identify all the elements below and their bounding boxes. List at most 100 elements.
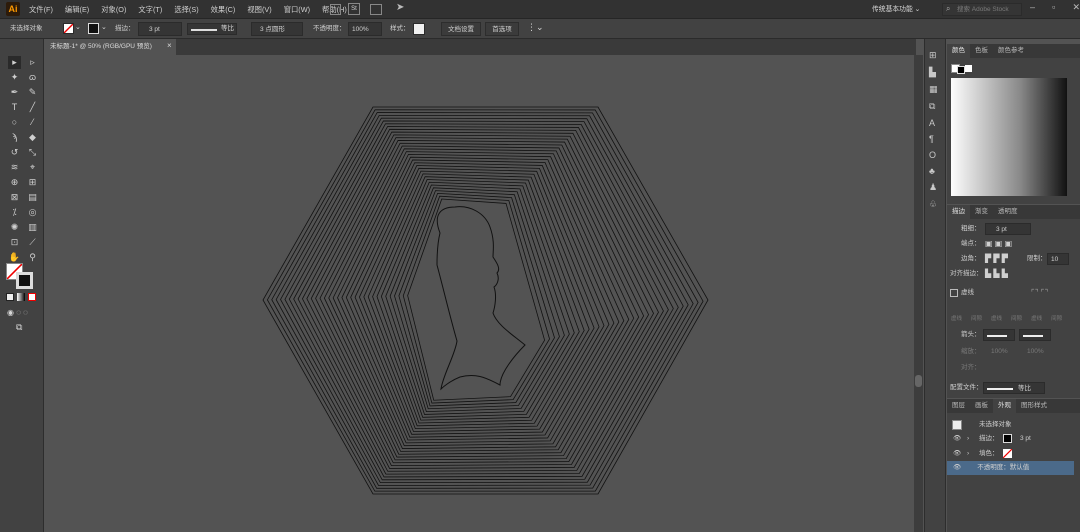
tab-layers[interactable]: 图层 — [947, 399, 970, 413]
screen-mode-icon[interactable]: ⧉ — [16, 322, 22, 333]
send-icon[interactable]: ➤ — [396, 2, 404, 13]
slice-tool-icon[interactable]: ⟋ — [26, 236, 39, 249]
arrange-icon[interactable]: ⋮⌄ — [527, 22, 544, 33]
character-icon[interactable]: A — [929, 118, 938, 128]
workspace-switcher[interactable]: 传统基本功能 ⌄ — [872, 3, 934, 16]
stroke-color-box[interactable] — [16, 272, 33, 289]
document-setup-button[interactable]: 文档设置 — [441, 22, 481, 36]
opacity-row[interactable]: 👁 不透明度：默认值 — [947, 461, 1074, 475]
magic-wand-icon[interactable]: ✦ — [8, 71, 21, 84]
fill-visibility-icon[interactable]: 👁 — [953, 448, 961, 460]
puppet-icon[interactable]: ♟ — [929, 182, 938, 193]
menu-select[interactable]: 选择(S) — [168, 5, 204, 15]
preferences-button[interactable]: 首选项 — [485, 22, 519, 36]
bridge-icon[interactable] — [330, 4, 341, 15]
start-scale-value[interactable]: 100% — [991, 346, 1008, 358]
line-tool-icon[interactable]: ╱ — [26, 101, 39, 114]
corner-buttons[interactable]: ▛ ▛ ▛ — [985, 253, 1008, 265]
tab-color-guide[interactable]: 颜色参考 — [993, 44, 1029, 58]
eyedropper-icon[interactable]: ⁒ — [8, 206, 21, 219]
zoom-tool-icon[interactable]: ⚲ — [26, 251, 39, 264]
rotate-tool-icon[interactable]: ↺ — [8, 146, 21, 159]
tab-stroke[interactable]: 描边 — [947, 205, 970, 219]
shaper-tool-icon[interactable]: ϡ — [8, 131, 21, 144]
weight-input[interactable]: 3 pt — [985, 223, 1031, 235]
cap-buttons[interactable]: ▣ ▣ ▣ — [985, 238, 1012, 250]
close-tab-icon[interactable]: × — [167, 41, 172, 50]
document-tab[interactable]: 未标题-1* @ 50% (RGB/GPU 预览) — [46, 39, 176, 55]
fill-dropdown-icon[interactable]: ⌄ — [75, 23, 81, 31]
tab-appearance[interactable]: 外观 — [993, 399, 1016, 413]
opentype-icon[interactable]: O — [929, 150, 938, 160]
fill-swatch[interactable] — [63, 23, 74, 34]
ellipse-tool-icon[interactable]: ○ — [8, 116, 21, 129]
scrollbar-thumb[interactable] — [915, 375, 922, 387]
libraries-icon[interactable]: ⊞ — [929, 50, 938, 61]
draw-mode-icon[interactable]: ◉ ◌ ◌ — [7, 308, 28, 317]
tab-artboards[interactable]: 画板 — [970, 399, 993, 413]
end-scale-value[interactable]: 100% — [1027, 346, 1044, 358]
stroke-weight-input[interactable]: 3 pt — [138, 22, 182, 36]
menu-edit[interactable]: 编辑(E) — [59, 5, 95, 15]
brushes-icon[interactable]: ♧ — [929, 199, 938, 210]
symbols-icon[interactable]: ♣ — [929, 166, 938, 176]
perspective-grid-icon[interactable]: ⊞ — [26, 176, 39, 189]
menu-type[interactable]: 文字(T) — [132, 5, 168, 15]
shape-builder-icon[interactable]: ⊕ — [8, 176, 21, 189]
appearance-stroke-label[interactable]: 描边： — [979, 433, 999, 445]
variable-width-profile[interactable]: 等比 — [187, 23, 237, 35]
mesh-tool-icon[interactable]: ⊠ — [8, 191, 21, 204]
brush-definition[interactable]: 3 点圆形 — [251, 22, 303, 36]
stroke-dropdown-icon[interactable]: ⌄ — [101, 23, 107, 31]
stroke-visibility-icon[interactable]: 👁 — [953, 433, 961, 445]
menu-view[interactable]: 视图(V) — [241, 5, 277, 15]
type-tool-icon[interactable]: T — [8, 101, 21, 114]
paintbrush-icon[interactable]: ⁄ — [26, 116, 39, 129]
vertical-scrollbar[interactable] — [914, 55, 923, 532]
minimize-icon[interactable]: – — [1030, 2, 1035, 13]
dash-align-buttons[interactable]: ⌜⌝ ⌜⌝ — [1031, 287, 1048, 299]
end-arrowhead-select[interactable] — [1019, 329, 1051, 341]
direct-selection-tool-icon[interactable]: ▹ — [26, 56, 39, 69]
start-arrowhead-select[interactable] — [983, 329, 1015, 341]
color-button-icon[interactable] — [6, 293, 14, 301]
arrange-docs-icon[interactable] — [370, 4, 382, 15]
lasso-icon[interactable]: ɷ — [26, 71, 39, 84]
menu-object[interactable]: 对象(O) — [95, 5, 132, 15]
graphic-style-swatch[interactable] — [413, 23, 425, 35]
gradient-button-icon[interactable] — [17, 293, 25, 301]
none-button-icon[interactable] — [28, 293, 36, 301]
warp-tool-icon[interactable]: ≋ — [8, 161, 21, 174]
curvature-tool-icon[interactable]: ✎ — [26, 86, 39, 99]
align-stroke-buttons[interactable]: ▙ ▙ ▙ — [985, 268, 1008, 280]
graph-tool-icon[interactable]: ▥ — [26, 221, 39, 234]
stroke-swatch[interactable] — [88, 23, 99, 34]
paragraph-icon[interactable]: ¶ — [929, 134, 938, 144]
dashed-checkbox[interactable] — [950, 289, 958, 297]
appearance-fill-swatch[interactable] — [1003, 449, 1012, 458]
artboard-tool-icon[interactable]: ⊡ — [8, 236, 21, 249]
selection-tool-icon[interactable]: ▸ — [8, 56, 21, 69]
tab-graphic-styles[interactable]: 图形样式 — [1016, 399, 1052, 413]
eraser-icon[interactable]: ◆ — [26, 131, 39, 144]
stock-icon[interactable]: St — [348, 3, 360, 15]
maximize-icon[interactable]: ▫ — [1052, 2, 1055, 13]
appearance-stroke-value[interactable]: 3 pt — [1020, 433, 1031, 445]
properties-icon[interactable]: ▙ — [929, 67, 938, 78]
close-icon[interactable]: ✕ — [1072, 2, 1080, 13]
artwork-canvas[interactable] — [45, 55, 914, 532]
gradient-tool-icon[interactable]: ▤ — [26, 191, 39, 204]
panel-stroke-swatch[interactable] — [957, 66, 965, 74]
appearance-fill-label[interactable]: 填色： — [979, 448, 999, 460]
links-icon[interactable]: ⧉ — [929, 101, 938, 112]
tab-gradient[interactable]: 渐变 — [970, 205, 993, 219]
tab-color[interactable]: 颜色 — [947, 44, 970, 58]
free-transform-icon[interactable]: ⌖ — [26, 161, 39, 174]
tab-swatches[interactable]: 色板 — [970, 44, 993, 58]
panel-white-swatch[interactable] — [965, 65, 972, 72]
pen-tool-icon[interactable]: ✒ — [8, 86, 21, 99]
scale-tool-icon[interactable]: ⤡ — [26, 146, 39, 159]
tab-transparency[interactable]: 透明度 — [993, 205, 1023, 219]
expand-stroke-icon[interactable]: › — [967, 433, 969, 445]
menu-effect[interactable]: 效果(C) — [205, 5, 242, 15]
